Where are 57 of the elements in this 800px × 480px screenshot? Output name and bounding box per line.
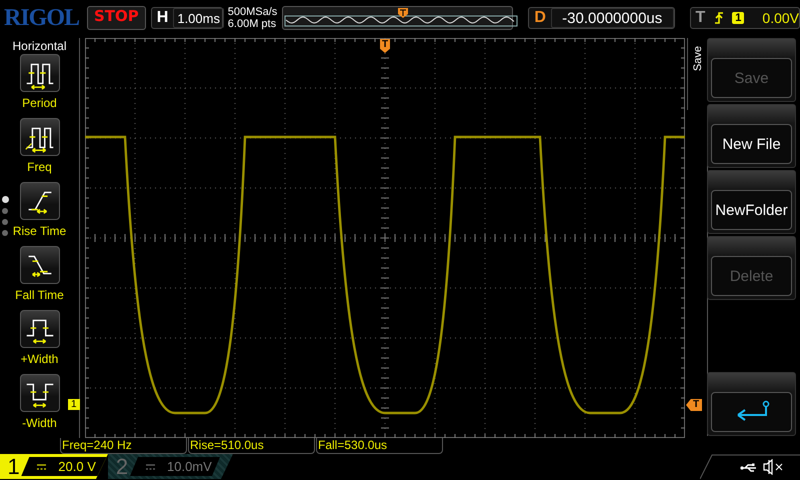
measure-label: Rise Time	[12, 224, 66, 238]
measure-item[interactable]: +Width	[20, 310, 60, 374]
page-dot[interactable]	[2, 230, 8, 236]
frequency-icon	[20, 118, 60, 156]
softkey-button[interactable]: New File	[711, 124, 792, 164]
channel-marker: 1	[68, 399, 80, 410]
positive-width-icon	[20, 310, 60, 348]
trigger-source-badge: 1	[732, 12, 744, 24]
trigger-label: T	[694, 9, 706, 27]
page-dot[interactable]	[2, 208, 8, 214]
measure-item[interactable]: Fall Time	[15, 246, 64, 310]
menu-title: Horizontal	[12, 38, 67, 54]
sample-rate: 500MSa/s	[228, 6, 278, 18]
negative-width-icon	[20, 374, 60, 412]
channel-number: 1	[6, 454, 21, 480]
fall-time-icon	[20, 246, 60, 284]
usb-icon	[740, 463, 758, 473]
page-dot[interactable]	[2, 196, 9, 203]
measure-label: Fall Time	[15, 288, 64, 302]
dc-coupling-icon	[146, 464, 155, 470]
trigger-box[interactable]: T 1 0.00V	[690, 7, 800, 29]
trigger-level: 0.00V	[762, 10, 799, 26]
dc-coupling-icon	[37, 464, 46, 470]
measure-label: Freq	[27, 160, 52, 174]
memory-depth: 6.00M pts	[228, 18, 278, 30]
period-icon	[20, 54, 60, 92]
run-stop-button[interactable]: STOP	[87, 6, 146, 30]
channel-scale: 10.0mV	[167, 459, 212, 474]
measure-item[interactable]: Period	[20, 54, 60, 118]
timebase-value: 1.00ms	[173, 8, 224, 28]
delay-value: -30.0000000us	[550, 8, 674, 28]
measure-label: +Width	[20, 352, 58, 366]
trigger-position-marker: T	[380, 39, 390, 53]
channel-number: 2	[114, 454, 130, 480]
delay-box[interactable]: D -30.0000000us	[528, 7, 674, 29]
delay-label: D	[533, 9, 547, 27]
measure-item[interactable]: Rise Time	[12, 182, 66, 246]
logo: RIGOL	[4, 4, 78, 32]
measure-label: Period	[22, 96, 57, 110]
rising-edge-icon	[714, 11, 724, 25]
measure-item[interactable]: Freq	[20, 118, 60, 182]
trigger-level-marker: T	[686, 399, 702, 411]
page-dot[interactable]	[2, 219, 8, 225]
measure-label: -Width	[22, 416, 57, 430]
timebase-label: H	[156, 9, 170, 27]
trigger-position-icon	[398, 8, 408, 18]
back-button[interactable]	[711, 392, 792, 432]
channel-scale: 20.0 V	[58, 459, 96, 474]
measurement-readout: Fall=530.0us	[316, 438, 443, 454]
softkey-button[interactable]: NewFolder	[711, 190, 792, 230]
timebase-box[interactable]: H 1.00ms	[150, 7, 223, 29]
rise-time-icon	[20, 182, 60, 220]
muted-speaker-icon	[763, 459, 783, 475]
measure-item[interactable]: -Width	[20, 374, 60, 438]
channel-tab[interactable]: 1 20.0 V	[0, 454, 108, 479]
channel-tab[interactable]: 2 10.0mV	[108, 454, 233, 479]
menu-title: Save	[692, 46, 704, 72]
